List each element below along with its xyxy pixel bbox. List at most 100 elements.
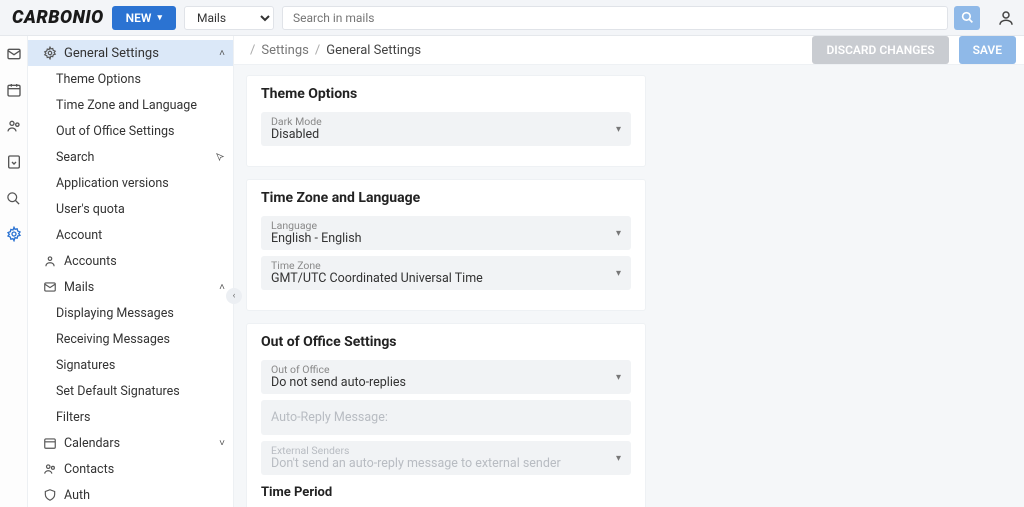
- sidebar-contacts[interactable]: Contacts: [28, 456, 233, 482]
- sidebar-mails[interactable]: Mails ˄: [28, 274, 233, 300]
- out-of-office-select[interactable]: Out of Office Do not send auto-replies ▾: [261, 360, 631, 394]
- rail-files[interactable]: [0, 148, 28, 176]
- sidebar-item-label: Theme Options: [56, 72, 141, 87]
- sidebar-general-settings[interactable]: General Settings ˄: [28, 40, 233, 66]
- sidebar-out-of-office[interactable]: Out of Office Settings: [28, 118, 233, 144]
- breadcrumb-leaf: General Settings: [326, 43, 421, 58]
- field-label: Time Zone: [271, 259, 321, 272]
- person-icon: [42, 254, 58, 268]
- chevron-down-icon: ▾: [616, 268, 621, 279]
- sidebar-calendars[interactable]: Calendars ˅: [28, 430, 233, 456]
- sidebar-signatures[interactable]: Signatures: [28, 352, 233, 378]
- external-senders-select[interactable]: External Senders Don't send an auto-repl…: [261, 441, 631, 475]
- account-avatar[interactable]: [996, 8, 1016, 28]
- sidebar-item-label: Application versions: [56, 176, 169, 191]
- chevron-up-icon: ˄: [219, 282, 225, 293]
- search-button[interactable]: [954, 6, 980, 30]
- sidebar-item-label: Set Default Signatures: [56, 384, 180, 399]
- sidebar-collapse-handle[interactable]: ‹: [226, 288, 242, 304]
- discard-button[interactable]: DISCARD CHANGES: [812, 36, 948, 64]
- chevron-left-icon: ‹: [233, 291, 236, 301]
- out-of-office-card: Out of Office Settings Out of Office Do …: [246, 323, 646, 507]
- sidebar-user-quota[interactable]: User's quota: [28, 196, 233, 222]
- section-title: Theme Options: [261, 86, 631, 102]
- rail-contacts[interactable]: [0, 112, 28, 140]
- timezone-select[interactable]: Time Zone GMT/UTC Coordinated Universal …: [261, 256, 631, 290]
- field-label: External Senders: [271, 444, 349, 457]
- field-value: Do not send auto-replies: [271, 375, 406, 390]
- people-icon: [42, 462, 58, 476]
- sidebar-item-label: Contacts: [64, 462, 114, 477]
- language-select[interactable]: Language English - English ▾: [261, 216, 631, 250]
- auto-reply-message-box[interactable]: Auto-Reply Message:: [261, 400, 631, 435]
- calendar-icon: [6, 82, 22, 98]
- sidebar-item-label: Mails: [64, 280, 94, 295]
- rail-mail[interactable]: [0, 40, 28, 68]
- breadcrumb-root[interactable]: Settings: [261, 43, 308, 58]
- sidebar-default-signatures[interactable]: Set Default Signatures: [28, 378, 233, 404]
- shield-icon: [42, 488, 58, 502]
- section-title: Time Zone and Language: [261, 190, 631, 206]
- sidebar-item-label: Auth: [64, 488, 90, 503]
- sidebar-accounts[interactable]: Accounts: [28, 248, 233, 274]
- sidebar-displaying-messages[interactable]: Displaying Messages: [28, 300, 233, 326]
- field-label: Language: [271, 219, 317, 232]
- people-icon: [6, 118, 22, 134]
- sidebar-item-label: Accounts: [64, 254, 117, 269]
- sidebar-item-label: User's quota: [56, 202, 125, 217]
- mail-icon: [42, 280, 58, 294]
- field-value: Don't send an auto-reply message to exte…: [271, 456, 561, 471]
- search-scope-select[interactable]: Mails: [184, 6, 274, 30]
- rail-settings[interactable]: [0, 220, 28, 248]
- sidebar-item-label: Filters: [56, 410, 90, 425]
- field-value: Disabled: [271, 127, 319, 142]
- new-button[interactable]: NEW ▾: [112, 6, 176, 30]
- sidebar-theme-options[interactable]: Theme Options: [28, 66, 233, 92]
- calendar-icon: [42, 436, 58, 450]
- gear-icon: [42, 46, 58, 60]
- cursor-icon: [215, 152, 225, 162]
- sidebar-auth[interactable]: Auth: [28, 482, 233, 507]
- section-title: Out of Office Settings: [261, 334, 631, 350]
- chevron-down-icon: ▾: [616, 124, 621, 135]
- dark-mode-select[interactable]: Dark Mode Disabled ▾: [261, 112, 631, 146]
- search-input[interactable]: [282, 6, 948, 30]
- sidebar-item-label: Displaying Messages: [56, 306, 174, 321]
- mail-icon: [6, 46, 22, 62]
- sidebar-item-label: Time Zone and Language: [56, 98, 197, 113]
- sidebar-app-versions[interactable]: Application versions: [28, 170, 233, 196]
- chevron-up-icon: ˄: [219, 48, 225, 59]
- files-icon: [6, 154, 22, 170]
- sidebar-item-label: Account: [56, 228, 102, 243]
- search-icon: [6, 191, 21, 206]
- person-icon: [997, 9, 1015, 27]
- sidebar-item-label: Calendars: [64, 436, 120, 451]
- chevron-down-icon: ▾: [616, 453, 621, 464]
- field-label: Out of Office: [271, 363, 330, 376]
- app-logo: CARBONIO: [12, 7, 104, 28]
- field-value: GMT/UTC Coordinated Universal Time: [271, 271, 483, 286]
- gear-icon: [6, 226, 22, 242]
- subsection-title: Time Period: [261, 485, 631, 500]
- theme-options-card: Theme Options Dark Mode Disabled ▾: [246, 75, 646, 167]
- field-label: Dark Mode: [271, 115, 322, 128]
- sidebar-search[interactable]: Search: [28, 144, 233, 170]
- timezone-language-card: Time Zone and Language Language English …: [246, 179, 646, 311]
- new-button-label: NEW: [126, 11, 152, 25]
- chevron-down-icon: ▾: [616, 372, 621, 383]
- rail-search[interactable]: [0, 184, 28, 212]
- sidebar-account[interactable]: Account: [28, 222, 233, 248]
- sidebar-item-label: General Settings: [64, 46, 159, 61]
- chevron-down-icon: ▾: [616, 228, 621, 239]
- rail-calendar[interactable]: [0, 76, 28, 104]
- sidebar-item-label: Out of Office Settings: [56, 124, 174, 139]
- save-button[interactable]: SAVE: [959, 36, 1016, 64]
- sidebar-item-label: Signatures: [56, 358, 115, 373]
- sidebar-timezone-language[interactable]: Time Zone and Language: [28, 92, 233, 118]
- chevron-down-icon: ˅: [219, 438, 225, 449]
- sidebar-item-label: Receiving Messages: [56, 332, 170, 347]
- field-value: English - English: [271, 231, 362, 246]
- sidebar-receiving-messages[interactable]: Receiving Messages: [28, 326, 233, 352]
- sidebar-filters[interactable]: Filters: [28, 404, 233, 430]
- search-icon: [961, 11, 974, 24]
